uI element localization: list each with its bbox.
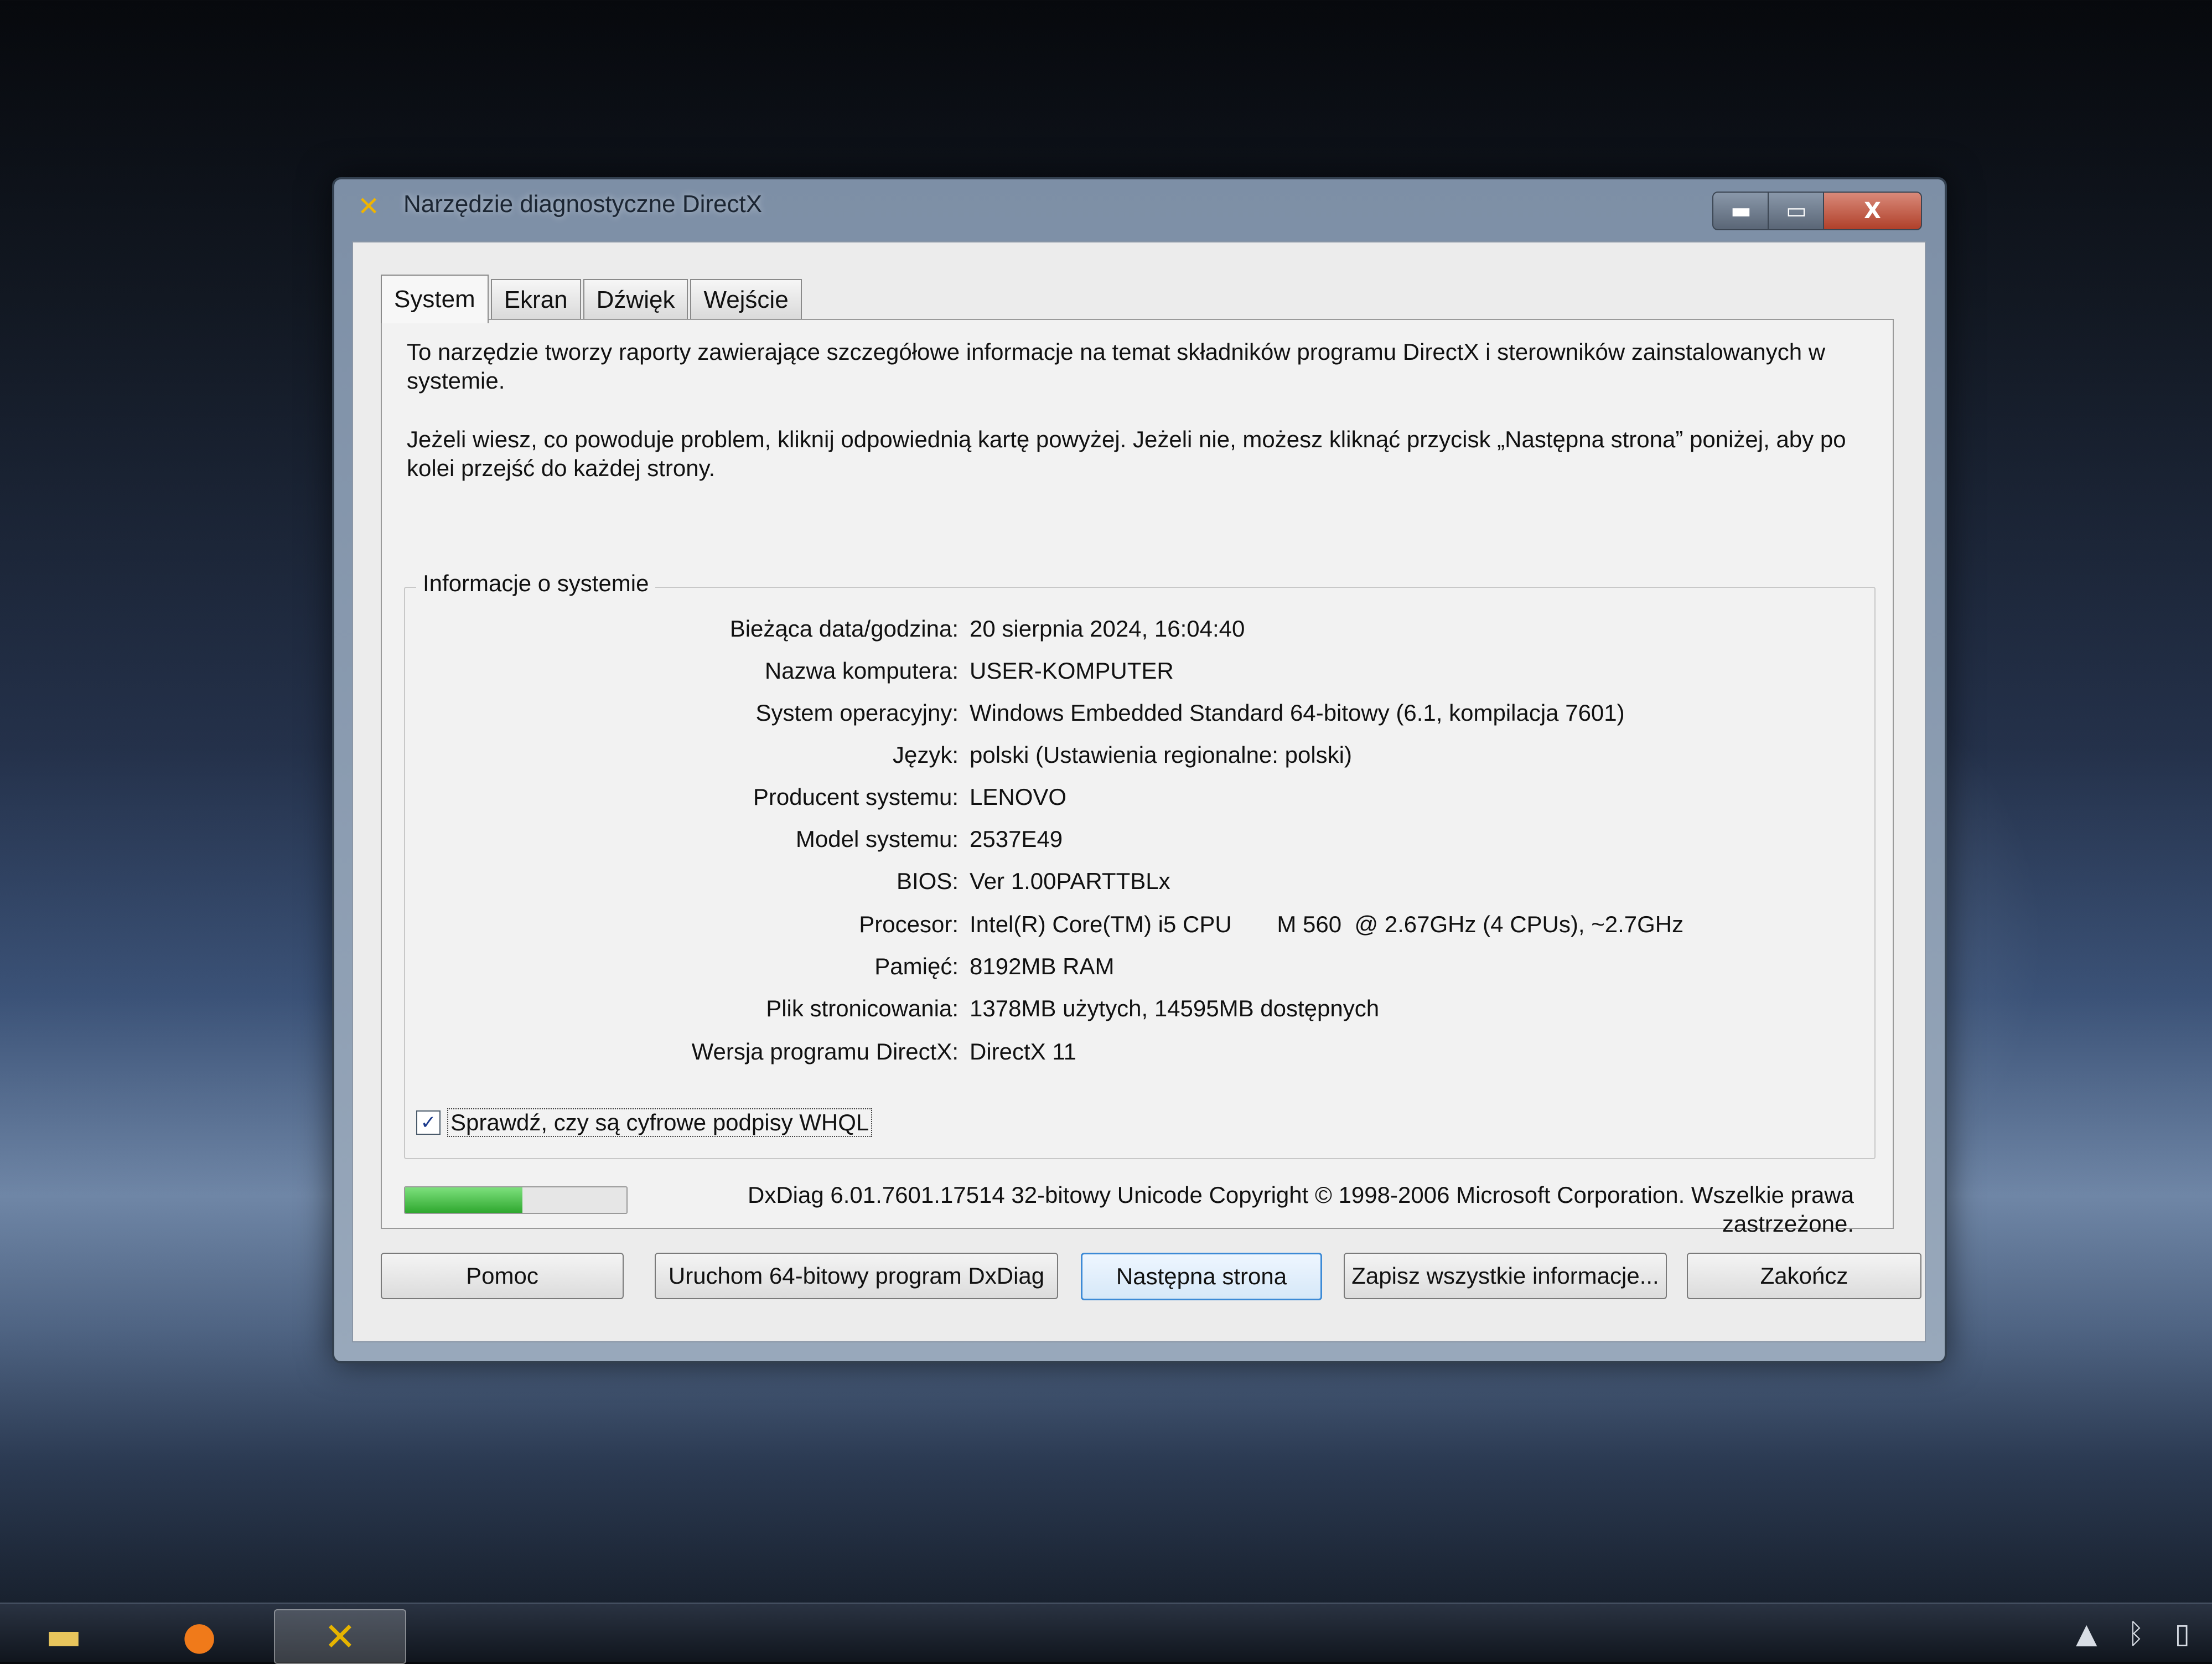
show-hidden-icons[interactable]: ▲ [2076,1618,2097,1650]
info-value: Ver 1.00PARTTBLx [970,868,1170,894]
info-row-bios: BIOS: Ver 1.00PARTTBLx [405,868,1844,901]
exit-button[interactable]: Zakończ [1687,1253,1921,1299]
maximize-button[interactable]: ▭ [1768,192,1825,230]
info-label: Producent systemu: [753,784,959,810]
info-value: polski (Ustawienia regionalne: polski) [970,742,1352,768]
minimize-button[interactable]: ▬ [1712,192,1770,230]
info-label: System operacyjny: [755,700,959,726]
info-label: Model systemu: [795,826,959,852]
info-row-model: Model systemu: 2537E49 [405,826,1844,859]
close-button[interactable]: X [1823,192,1922,230]
run-64bit-dxdiag-button[interactable]: Uruchom 64-bitowy program DxDiag [655,1253,1058,1299]
info-row-processor: Procesor: Intel(R) Core(TM) i5 CPU M 560… [405,911,1844,944]
info-row-datetime: Bieżąca data/godzina: 20 sierpnia 2024, … [405,616,1844,649]
minimize-icon: ▬ [1731,198,1752,224]
dxdiag-window: ✕ Narzędzie diagnostyczne DirectX ▬ ▭ X … [332,177,1947,1363]
intro-text-1: To narzędzie tworzy raporty zawierające … [407,339,1826,394]
info-value: Intel(R) Core(TM) i5 CPU M 560 @ 2.67GHz… [970,911,1684,937]
whql-checkbox-label[interactable]: Sprawdź, czy są cyfrowe podpisy WHQL [447,1108,873,1137]
next-page-button[interactable]: Następna strona [1081,1253,1322,1300]
info-label: Bieżąca data/godzina: [729,616,959,642]
system-info-group: Informacje o systemie Bieżąca data/godzi… [404,570,1876,1159]
save-all-info-button[interactable]: Zapisz wszystkie informacje... [1344,1253,1667,1299]
tab-ekran[interactable]: Ekran [490,279,581,320]
info-row-pagefile: Plik stronicowania: 1378MB użytych, 1459… [405,995,1844,1029]
taskbar: ▬ ● ✕ ▲ ᛒ ▯ [0,1603,2212,1664]
info-value: 8192MB RAM [970,953,1115,979]
tab-wejscie[interactable]: Wejście [690,279,802,320]
maximize-icon: ▭ [1786,198,1807,224]
dxdiag-icon[interactable]: ✕ [274,1609,406,1664]
whql-check-option[interactable]: ✓ Sprawdź, czy są cyfrowe podpisy WHQL [416,1108,873,1137]
info-value: DirectX 11 [970,1038,1076,1064]
tab-system[interactable]: System [381,275,489,323]
tab-dzwiek[interactable]: Dźwięk [583,279,688,320]
info-value: 20 sierpnia 2024, 16:04:40 [970,616,1245,642]
progress-bar [404,1186,628,1214]
info-label: BIOS: [896,868,959,894]
system-tray: ▲ ᛒ ▯ [2076,1618,2190,1650]
info-row-os: System operacyjny: Windows Embedded Stan… [405,700,1844,733]
info-label: Nazwa komputera: [764,658,959,684]
group-title: Informacje o systemie [416,570,656,597]
info-label: Język: [892,742,959,768]
whql-checkbox[interactable]: ✓ [416,1110,441,1135]
firefox-icon[interactable]: ● [158,1609,241,1662]
info-row-language: Język: polski (Ustawienia regionalne: po… [405,742,1844,775]
help-button[interactable]: Pomoc [381,1253,624,1299]
info-value: LENOVO [970,784,1067,810]
bluetooth-icon[interactable]: ᛒ [2127,1618,2144,1650]
info-value: 1378MB użytych, 14595MB dostępnych [970,995,1380,1021]
info-row-manufacturer: Producent systemu: LENOVO [405,784,1844,817]
tab-panel-system: To narzędzie tworzy raporty zawierające … [381,319,1894,1237]
info-label: Plik stronicowania: [766,995,959,1021]
intro-text-2: Jeżeli wiesz, co powoduje problem, klikn… [407,426,1846,481]
close-icon: X [1864,198,1881,224]
info-row-memory: Pamięć: 8192MB RAM [405,953,1844,986]
info-value: USER-KOMPUTER [970,658,1174,684]
info-label: Procesor: [859,911,959,937]
tab-strip: System Ekran Dźwięk Wejście [381,275,804,323]
info-value: Windows Embedded Standard 64-bitowy (6.1… [970,700,1625,726]
progress-fill [405,1187,522,1213]
folder-icon[interactable]: ▬ [22,1609,105,1662]
info-row-directx: Wersja programu DirectX: DirectX 11 [405,1038,1844,1072]
info-label: Pamięć: [874,953,959,979]
title-bar[interactable]: ✕ Narzędzie diagnostyczne DirectX ▬ ▭ X [334,179,1945,235]
info-label: Wersja programu DirectX: [691,1038,959,1064]
window-title: Narzędzie diagnostyczne DirectX [403,190,763,218]
window-client: System Ekran Dźwięk Wejście To narzędzie… [352,241,1926,1342]
battery-icon[interactable]: ▯ [2174,1618,2190,1650]
dxdiag-icon: ✕ [358,191,380,222]
copyright-text: DxDiag 6.01.7601.17514 32-bitowy Unicode… [748,1182,1854,1237]
info-value: 2537E49 [970,826,1063,852]
info-row-computer-name: Nazwa komputera: USER-KOMPUTER [405,658,1844,691]
